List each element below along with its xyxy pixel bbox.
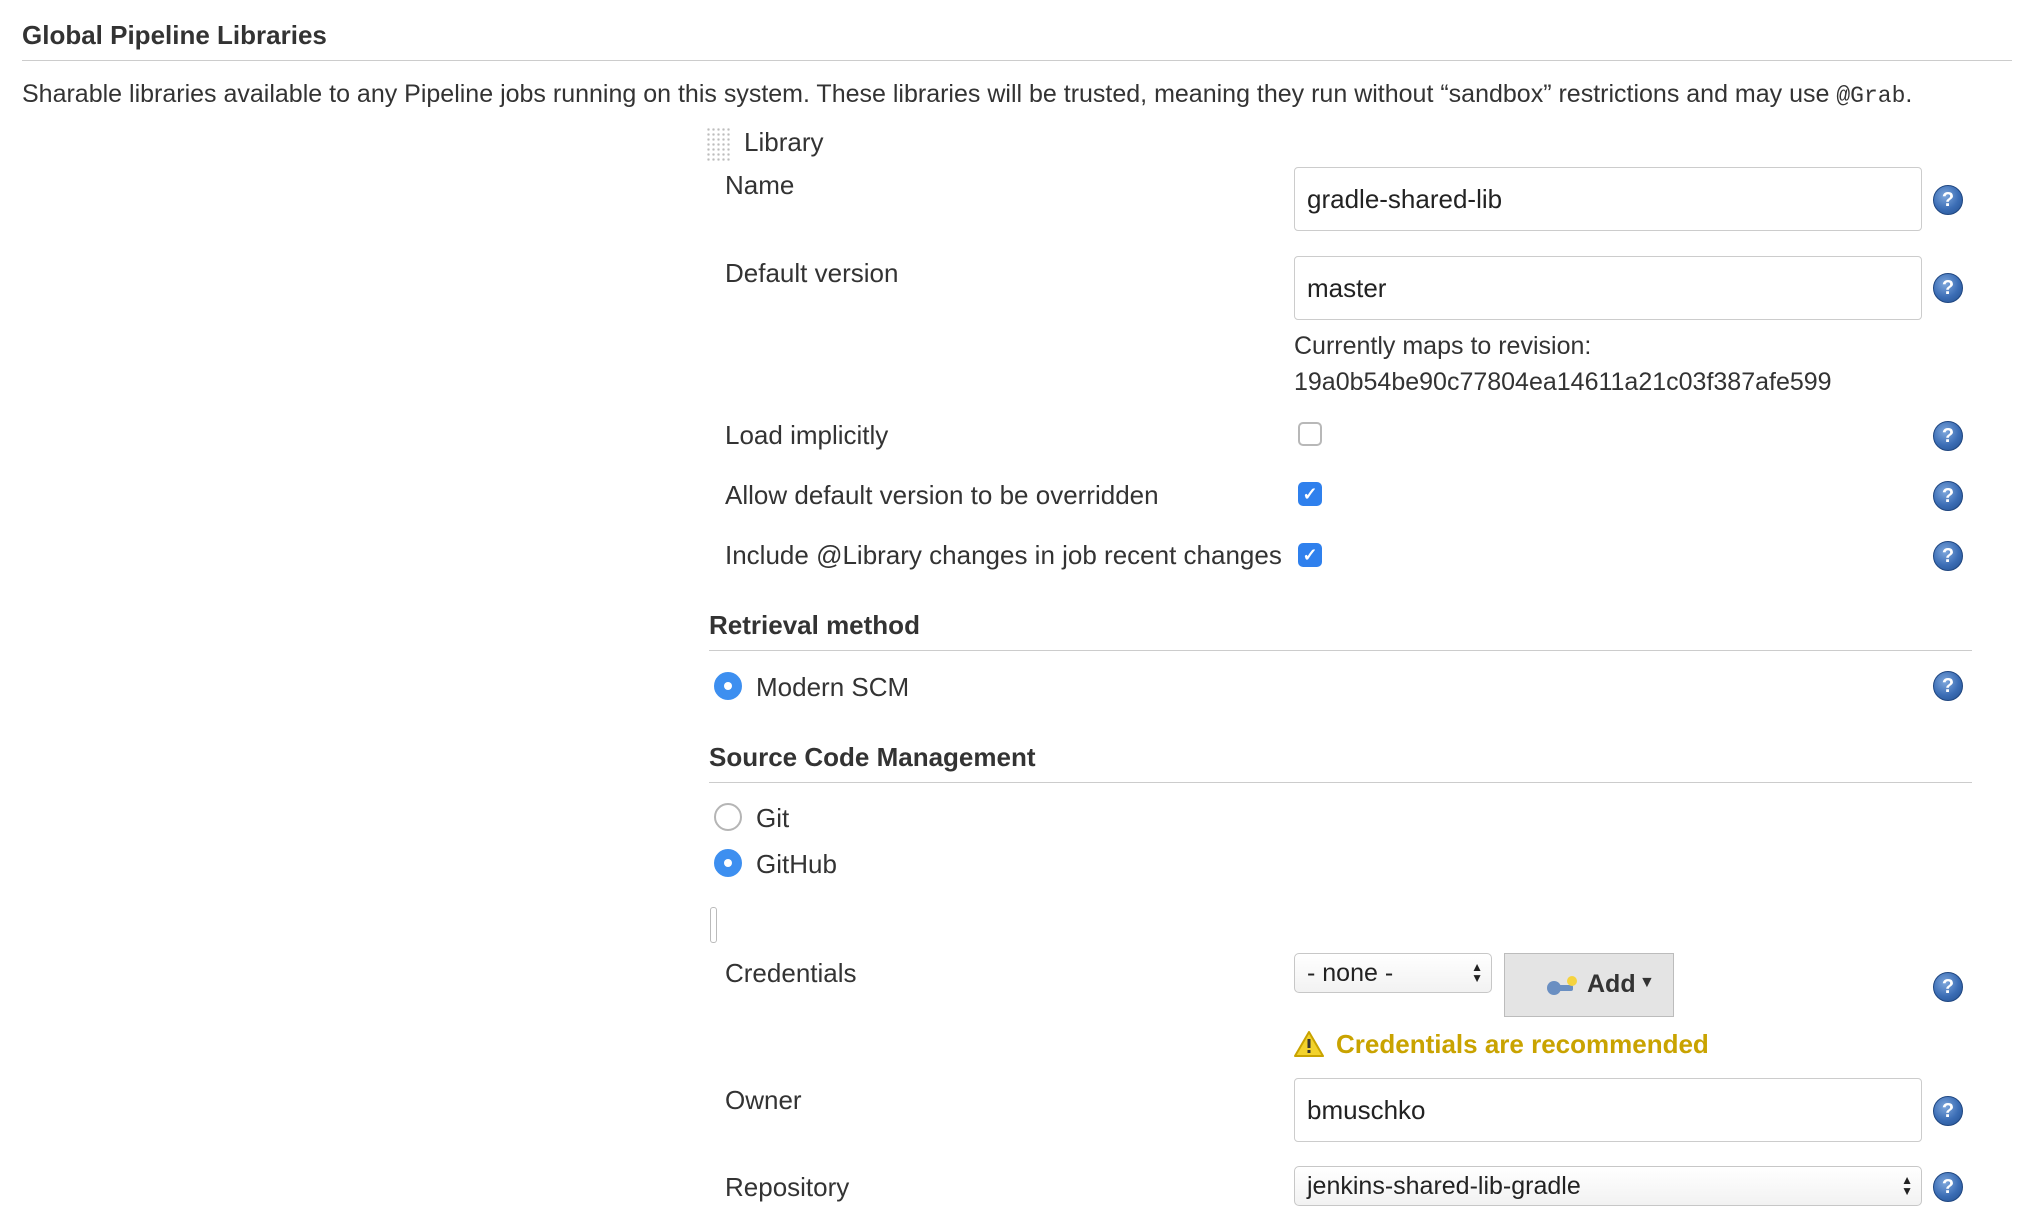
name-input-value: gradle-shared-lib (1307, 183, 1503, 214)
revision-hash: 19a0b54be90c77804ea14611a21c03f387afe599 (1294, 368, 1832, 396)
scm-title: Source Code Management (709, 742, 1036, 772)
owner-input-value: bmuschko (1307, 1094, 1426, 1125)
include-changes-checkbox[interactable]: ✓ (1298, 543, 1322, 567)
section-description: Sharable libraries available to any Pipe… (22, 80, 1912, 109)
section-divider (22, 60, 2012, 61)
help-icon[interactable]: ? (1933, 541, 1963, 571)
library-header: Library (744, 127, 824, 157)
drag-handle-icon[interactable] (706, 127, 730, 161)
owner-input[interactable]: bmuschko (1294, 1078, 1922, 1142)
git-label[interactable]: Git (756, 803, 789, 834)
credentials-select-value: - none - (1307, 958, 1394, 987)
add-credentials-button[interactable]: Add ▼ (1504, 953, 1674, 1017)
retrieval-divider (709, 650, 1972, 651)
default-version-input[interactable]: master (1294, 256, 1922, 320)
modern-scm-radio[interactable] (714, 672, 742, 700)
revision-caption: Currently maps to revision: (1294, 332, 1592, 360)
description-end: . (1905, 80, 1913, 108)
grab-code: @Grab (1836, 83, 1906, 109)
help-icon[interactable]: ? (1933, 1172, 1963, 1202)
section-title: Global Pipeline Libraries (22, 20, 327, 50)
owner-label: Owner (725, 1085, 802, 1115)
description-text: Sharable libraries available to any Pipe… (22, 80, 1837, 108)
allow-override-checkbox[interactable]: ✓ (1298, 482, 1322, 506)
retrieval-method-title: Retrieval method (709, 610, 920, 640)
help-icon[interactable]: ? (1933, 421, 1963, 451)
add-button-label: Add (1587, 970, 1636, 998)
allow-override-label: Allow default version to be overridden (725, 480, 1159, 510)
git-radio[interactable] (714, 803, 742, 831)
repository-select[interactable]: jenkins-shared-lib-gradle ▲ ▼ (1294, 1166, 1922, 1206)
credentials-warning: Credentials are recommended (1336, 1029, 1709, 1059)
key-icon (1547, 976, 1577, 995)
github-label[interactable]: GitHub (756, 849, 837, 880)
help-icon[interactable]: ? (1933, 481, 1963, 511)
caret-down-icon: ▼ (1639, 974, 1655, 991)
block-handle (710, 907, 717, 943)
modern-scm-label[interactable]: Modern SCM (756, 672, 909, 703)
warning-icon (1294, 1031, 1324, 1057)
name-input[interactable]: gradle-shared-lib (1294, 167, 1922, 231)
credentials-label: Credentials (725, 958, 857, 988)
load-implicitly-checkbox[interactable] (1298, 422, 1322, 446)
credentials-select[interactable]: - none - ▲ ▼ (1294, 953, 1492, 993)
repository-label: Repository (725, 1172, 850, 1202)
updown-arrows-icon: ▲ ▼ (1471, 960, 1483, 985)
help-icon[interactable]: ? (1933, 671, 1963, 701)
repository-select-value: jenkins-shared-lib-gradle (1307, 1171, 1581, 1200)
help-icon[interactable]: ? (1933, 1096, 1963, 1126)
name-label: Name (725, 170, 795, 200)
help-icon[interactable]: ? (1933, 185, 1963, 215)
load-implicitly-label: Load implicitly (725, 420, 889, 450)
help-icon[interactable]: ? (1933, 972, 1963, 1002)
default-version-label: Default version (725, 258, 899, 288)
include-changes-label: Include @Library changes in job recent c… (725, 540, 1282, 570)
github-radio[interactable] (714, 849, 742, 877)
default-version-value: master (1307, 272, 1387, 303)
help-icon[interactable]: ? (1933, 273, 1963, 303)
scm-divider (709, 782, 1972, 783)
updown-arrows-icon: ▲ ▼ (1901, 1173, 1913, 1198)
